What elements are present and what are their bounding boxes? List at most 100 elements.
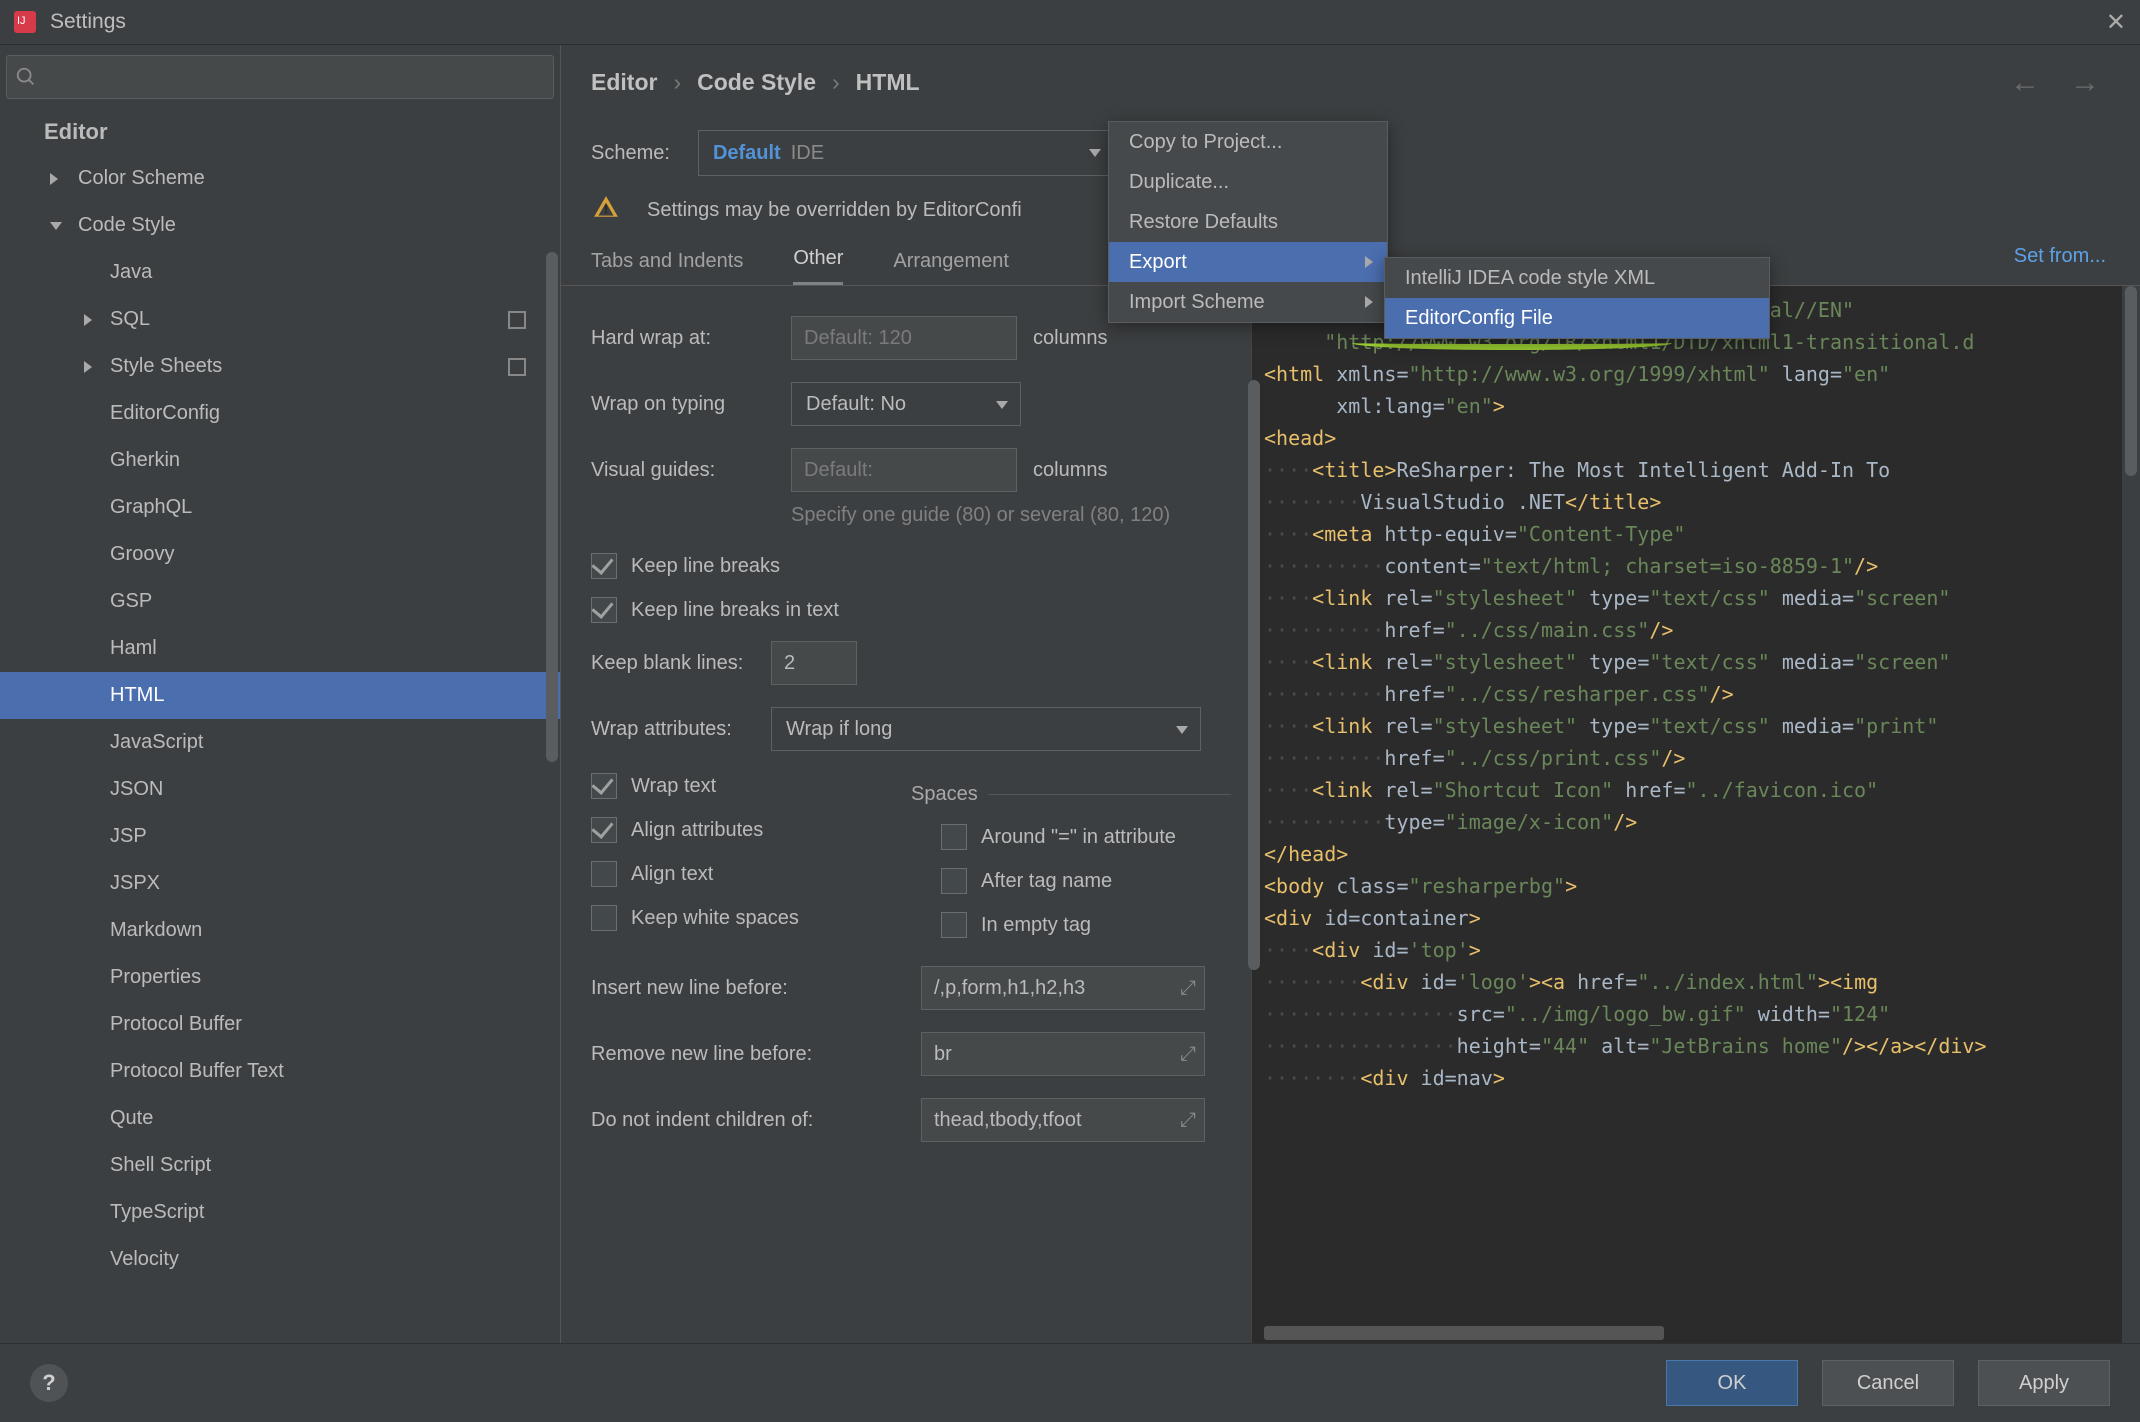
tree-item[interactable]: Markdown xyxy=(0,907,560,954)
set-from-link[interactable]: Set from... xyxy=(2014,245,2106,268)
tree-item-label: Haml xyxy=(110,637,157,660)
keep-blank-lines-label: Keep blank lines: xyxy=(591,652,771,675)
align-text-checkbox[interactable] xyxy=(591,861,617,887)
tree-item[interactable]: Haml xyxy=(0,625,560,672)
tree-item[interactable]: Color Scheme xyxy=(0,155,560,202)
chevron-right-icon xyxy=(50,173,58,185)
tree-item[interactable]: Groovy xyxy=(0,531,560,578)
insert-new-line-before-label: Insert new line before: xyxy=(591,977,921,1000)
hard-wrap-label: Hard wrap at: xyxy=(591,327,791,350)
tab-arrangement[interactable]: Arrangement xyxy=(893,250,1009,285)
tree-item-label: EditorConfig xyxy=(110,402,220,425)
tree-item[interactable]: SQL xyxy=(0,296,560,343)
tab-other[interactable]: Other xyxy=(793,247,843,285)
remove-new-line-before-input[interactable]: br ⤢ xyxy=(921,1032,1205,1076)
tree-item[interactable]: Shell Script xyxy=(0,1142,560,1189)
menu-item[interactable]: Copy to Project... xyxy=(1109,122,1387,162)
tree-heading: Editor xyxy=(0,109,560,155)
menu-item[interactable]: Import Scheme xyxy=(1109,282,1387,322)
code-line: <body class="resharperbg"> xyxy=(1264,870,2140,902)
breadcrumb-code-style[interactable]: Code Style xyxy=(697,69,816,96)
keep-white-spaces-checkbox[interactable] xyxy=(591,905,617,931)
tree-item[interactable]: GraphQL xyxy=(0,484,560,531)
nav-forward-icon[interactable]: → xyxy=(2070,66,2100,100)
wrap-attributes-select[interactable]: Wrap if long xyxy=(771,707,1201,751)
code-line: ····<link rel="Shortcut Icon" href="../f… xyxy=(1264,774,2140,806)
breadcrumb-editor[interactable]: Editor xyxy=(591,69,657,96)
scheme-select[interactable]: Default IDE xyxy=(698,130,1116,176)
insert-new-line-before-input[interactable]: /,p,form,h1,h2,h3 ⤢ xyxy=(921,966,1205,1010)
tab-tabs-and-indents[interactable]: Tabs and Indents xyxy=(591,250,743,285)
in-empty-tag-checkbox[interactable] xyxy=(941,912,967,938)
ok-button[interactable]: OK xyxy=(1666,1360,1798,1406)
chevron-right-icon xyxy=(84,361,92,373)
chevron-right-icon: › xyxy=(673,69,681,96)
menu-item[interactable]: IntelliJ IDEA code style XML xyxy=(1385,258,1769,298)
tree-item[interactable]: Style Sheets xyxy=(0,343,560,390)
tree-item-label: Protocol Buffer Text xyxy=(110,1060,284,1083)
title-bar: Settings ✕ xyxy=(0,0,2140,45)
tree-item[interactable]: GSP xyxy=(0,578,560,625)
code-line: ··········content="text/html; charset=is… xyxy=(1264,550,2140,582)
tree-item-label: Markdown xyxy=(110,919,202,942)
settings-tree[interactable]: Editor Color Scheme Code StyleJavaSQLStyl… xyxy=(0,109,560,1343)
code-line: <head> xyxy=(1264,422,2140,454)
code-preview: itional//EN" "http://www.w3.org/TR/xhtml… xyxy=(1251,286,2140,1343)
app-icon xyxy=(14,11,36,33)
apply-button[interactable]: Apply xyxy=(1978,1360,2110,1406)
tree-item[interactable]: EditorConfig xyxy=(0,390,560,437)
tree-item[interactable]: Protocol Buffer Text xyxy=(0,1048,560,1095)
expand-icon[interactable]: ⤢ xyxy=(1180,1109,1196,1132)
help-button[interactable]: ? xyxy=(30,1364,68,1402)
chevron-right-icon xyxy=(1365,256,1373,268)
keep-blank-lines-input[interactable]: 2 xyxy=(771,641,857,685)
vertical-scrollbar[interactable] xyxy=(2122,286,2140,1343)
expand-icon[interactable]: ⤢ xyxy=(1180,1043,1196,1066)
tree-item[interactable]: HTML xyxy=(0,672,560,719)
keep-line-breaks-in-text-checkbox[interactable] xyxy=(591,597,617,623)
menu-item[interactable]: Restore Defaults xyxy=(1109,202,1387,242)
tree-item[interactable]: Gherkin xyxy=(0,437,560,484)
wrap-text-checkbox[interactable] xyxy=(591,773,617,799)
cancel-button[interactable]: Cancel xyxy=(1822,1360,1954,1406)
tree-item-label: Velocity xyxy=(110,1248,179,1271)
scheme-actions-menu: Copy to Project...Duplicate...Restore De… xyxy=(1108,121,1388,323)
keep-line-breaks-checkbox[interactable] xyxy=(591,553,617,579)
tree-item[interactable]: Code Style xyxy=(0,202,560,249)
export-submenu: IntelliJ IDEA code style XMLEditorConfig… xyxy=(1384,257,1770,339)
tree-item[interactable]: JSON xyxy=(0,766,560,813)
columns-label: columns xyxy=(1033,327,1107,350)
do-not-indent-input[interactable]: thead,tbody,tfoot ⤢ xyxy=(921,1098,1205,1142)
form-scrollbar[interactable] xyxy=(1248,380,1260,970)
code-line: </head> xyxy=(1264,838,2140,870)
tree-item[interactable]: Qute xyxy=(0,1095,560,1142)
wrap-on-typing-select[interactable]: Default: No xyxy=(791,382,1021,426)
code-line: ··········href="../css/print.css"/> xyxy=(1264,742,2140,774)
around-eq-checkbox[interactable] xyxy=(941,824,967,850)
hard-wrap-input[interactable]: Default: 120 xyxy=(791,316,1017,360)
horizontal-scrollbar[interactable] xyxy=(1264,1326,1664,1340)
expand-icon[interactable]: ⤢ xyxy=(1180,977,1196,1000)
nav-back-icon[interactable]: ← xyxy=(2010,66,2040,100)
tree-item-label: Color Scheme xyxy=(78,167,205,190)
menu-item[interactable]: EditorConfig File xyxy=(1385,298,1769,338)
chevron-down-icon xyxy=(50,222,62,230)
sidebar-scrollbar[interactable] xyxy=(546,252,558,762)
tree-item[interactable]: JSPX xyxy=(0,860,560,907)
menu-item[interactable]: Export xyxy=(1109,242,1387,282)
after-tag-name-checkbox[interactable] xyxy=(941,868,967,894)
visual-guides-input[interactable]: Default: xyxy=(791,448,1017,492)
tree-item[interactable]: Properties xyxy=(0,954,560,1001)
columns-label-2: columns xyxy=(1033,459,1107,482)
tree-item[interactable]: JavaScript xyxy=(0,719,560,766)
close-icon[interactable]: ✕ xyxy=(2106,8,2126,37)
tree-item[interactable]: Java xyxy=(0,249,560,296)
menu-item[interactable]: Duplicate... xyxy=(1109,162,1387,202)
tree-item-label: TypeScript xyxy=(110,1201,204,1224)
tree-item[interactable]: Protocol Buffer xyxy=(0,1001,560,1048)
tree-item[interactable]: Velocity xyxy=(0,1236,560,1283)
search-input[interactable] xyxy=(6,55,554,99)
align-attributes-checkbox[interactable] xyxy=(591,817,617,843)
tree-item[interactable]: JSP xyxy=(0,813,560,860)
tree-item[interactable]: TypeScript xyxy=(0,1189,560,1236)
